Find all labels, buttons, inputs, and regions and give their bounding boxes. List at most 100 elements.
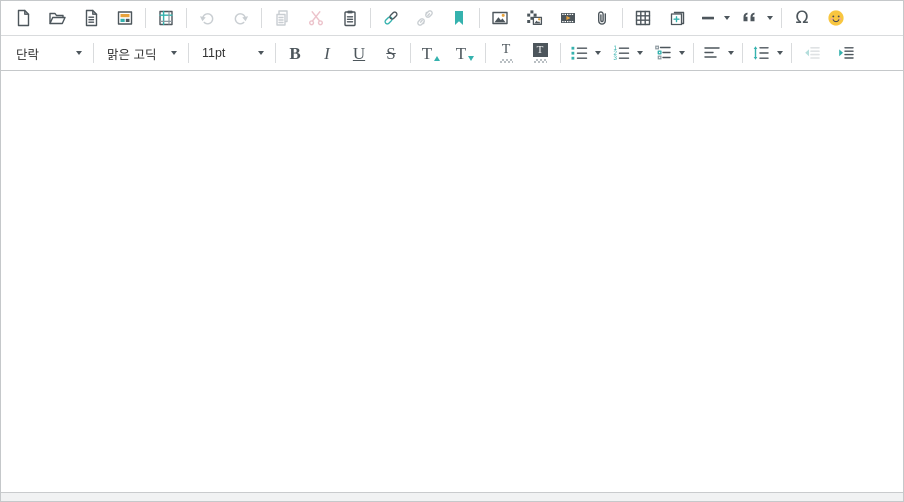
paragraph-style-dropdown[interactable]: 단락: [6, 38, 90, 68]
resize-handle[interactable]: [1, 492, 903, 501]
dropdown-caret-icon: [679, 51, 685, 55]
toolbar-separator: [275, 43, 276, 63]
strikethrough-button[interactable]: S: [375, 38, 407, 68]
outdent-button[interactable]: [795, 38, 829, 68]
editor-content[interactable]: [1, 71, 903, 492]
image-button[interactable]: [483, 3, 517, 33]
numbered-list-button[interactable]: 1 2 3: [606, 38, 648, 68]
superscript-button[interactable]: T: [414, 38, 448, 68]
insert-document-button[interactable]: [660, 3, 694, 33]
line-height-icon: [751, 43, 771, 63]
bold-label: B: [289, 45, 300, 62]
toolbar-separator: [188, 43, 189, 63]
toolbar-separator: [410, 43, 411, 63]
smiley-icon: [826, 8, 846, 28]
outline-list-icon: [653, 43, 673, 63]
new-document-icon: [13, 8, 33, 28]
frame-layout-icon: [156, 8, 176, 28]
paragraph-style-value: 단락: [16, 44, 39, 63]
toolbar-separator: [93, 43, 94, 63]
paste-button[interactable]: [333, 3, 367, 33]
unlink-icon: [415, 8, 435, 28]
cut-icon: [306, 8, 326, 28]
special-character-button[interactable]: Ω: [785, 3, 819, 33]
toolbar-separator: [742, 43, 743, 63]
align-button[interactable]: [697, 38, 739, 68]
subscript-icon: T: [456, 45, 474, 62]
font-size-dropdown[interactable]: 11pt: [192, 38, 272, 68]
highlight-color-icon: T: [533, 43, 548, 63]
bold-button[interactable]: B: [279, 38, 311, 68]
underline-button[interactable]: U: [343, 38, 375, 68]
highlight-color-button[interactable]: T: [523, 38, 557, 68]
image-icon: [490, 8, 510, 28]
toolbar-separator: [261, 8, 262, 28]
svg-text:3: 3: [613, 55, 617, 62]
toolbar-separator: [781, 8, 782, 28]
new-document-button[interactable]: [6, 3, 40, 33]
photo-gallery-button[interactable]: [517, 3, 551, 33]
dropdown-caret-icon: [76, 51, 82, 55]
frame-layout-button[interactable]: [149, 3, 183, 33]
subscript-button[interactable]: T: [448, 38, 482, 68]
toolbar-separator: [693, 43, 694, 63]
rich-text-editor: Ω 단락 맑은 고딕 11pt: [0, 0, 904, 502]
toolbar-separator: [485, 43, 486, 63]
open-folder-icon: [47, 8, 67, 28]
outdent-icon: [802, 43, 822, 63]
redo-icon: [231, 8, 251, 28]
up-triangle-icon: [434, 56, 440, 61]
text-document-button[interactable]: [74, 3, 108, 33]
numbered-list-icon: 1 2 3: [611, 43, 631, 63]
horizontal-line-icon: [700, 8, 718, 28]
paste-icon: [340, 8, 360, 28]
align-left-icon: [702, 43, 722, 63]
undo-icon: [197, 8, 217, 28]
italic-button[interactable]: I: [311, 38, 343, 68]
outline-list-button[interactable]: [648, 38, 690, 68]
bullet-list-button[interactable]: [564, 38, 606, 68]
line-height-button[interactable]: [746, 38, 788, 68]
undo-button[interactable]: [190, 3, 224, 33]
unlink-button[interactable]: [408, 3, 442, 33]
bookmark-button[interactable]: [442, 3, 476, 33]
link-button[interactable]: [374, 3, 408, 33]
video-button[interactable]: [551, 3, 585, 33]
blockquote-button[interactable]: [736, 3, 778, 33]
indent-button[interactable]: [829, 38, 863, 68]
attachment-button[interactable]: [585, 3, 619, 33]
video-icon: [558, 8, 578, 28]
omega-icon: Ω: [796, 10, 809, 27]
open-folder-button[interactable]: [40, 3, 74, 33]
copy-button[interactable]: [265, 3, 299, 33]
horizontal-line-button[interactable]: [694, 3, 736, 33]
toolbar-separator: [186, 8, 187, 28]
dropdown-caret-icon: [728, 51, 734, 55]
table-button[interactable]: [626, 3, 660, 33]
emoticon-button[interactable]: [819, 3, 853, 33]
dropdown-caret-icon: [258, 51, 264, 55]
attachment-icon: [592, 8, 612, 28]
font-size-value: 11pt: [202, 46, 225, 60]
redo-button[interactable]: [224, 3, 258, 33]
underline-label: U: [353, 45, 365, 62]
link-icon: [381, 8, 401, 28]
bullet-list-icon: [569, 43, 589, 63]
cut-button[interactable]: [299, 3, 333, 33]
italic-label: I: [324, 45, 330, 62]
dropdown-caret-icon: [171, 51, 177, 55]
format-toolbar: 단락 맑은 고딕 11pt B I U S T: [1, 36, 903, 71]
template-layout-button[interactable]: [108, 3, 142, 33]
template-layout-icon: [115, 8, 135, 28]
text-document-icon: [81, 8, 101, 28]
font-family-value: 맑은 고딕: [107, 44, 156, 63]
font-family-dropdown[interactable]: 맑은 고딕: [97, 38, 185, 68]
color-swatch-strip: [534, 59, 547, 63]
toolbar-separator: [560, 43, 561, 63]
copy-icon: [272, 8, 292, 28]
font-color-button[interactable]: T: [489, 38, 523, 68]
dropdown-caret-icon: [595, 51, 601, 55]
primary-toolbar: Ω: [1, 1, 903, 36]
dropdown-caret-icon: [637, 51, 643, 55]
dropdown-caret-icon: [767, 16, 773, 20]
